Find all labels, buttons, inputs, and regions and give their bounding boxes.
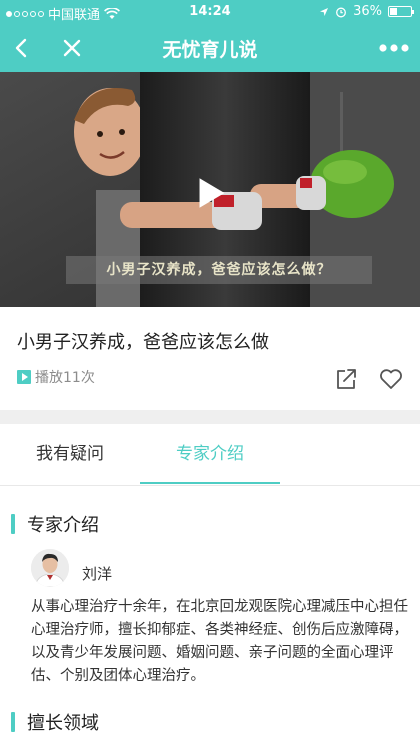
avatar	[31, 549, 69, 587]
tab-active-indicator	[140, 482, 280, 484]
chevron-left-icon[interactable]	[8, 34, 36, 62]
video-caption: 小男子汉养成，爸爸应该怎么做？	[66, 256, 372, 284]
expert-name: 刘洋	[82, 565, 113, 583]
play-count-icon	[17, 370, 31, 384]
more-dots-icon[interactable]	[378, 38, 410, 58]
section-accent-bar	[11, 712, 15, 732]
tab-expert-intro[interactable]: 专家介绍	[140, 424, 280, 486]
section-divider	[0, 410, 420, 424]
tab-questions[interactable]: 我有疑问	[0, 424, 140, 486]
nav-bar: 无忧育儿说	[0, 24, 420, 72]
header: 中国联通 14:24 36% 无忧育儿说	[0, 0, 420, 72]
heart-icon[interactable]	[378, 366, 404, 392]
share-icon[interactable]	[334, 367, 358, 391]
video-title: 小男子汉养成，爸爸应该怎么做	[17, 332, 269, 353]
play-count: 播放11次	[17, 367, 95, 387]
close-icon[interactable]	[58, 34, 86, 62]
specialty-section-title: 擅长领域	[27, 713, 99, 734]
section-accent-bar	[11, 514, 15, 534]
tab-bar: 我有疑问 专家介绍	[0, 424, 420, 486]
play-count-label: 播放11次	[35, 370, 95, 386]
status-right: 36%	[319, 4, 414, 19]
battery-icon	[388, 6, 414, 17]
expert-section-title: 专家介绍	[27, 515, 99, 536]
video-player[interactable]: 小男子汉养成，爸爸应该怎么做？	[0, 72, 420, 307]
status-bar: 中国联通 14:24 36%	[0, 0, 420, 24]
battery-label: 36%	[353, 4, 382, 19]
alarm-icon	[336, 7, 347, 17]
expert-bio: 从事心理治疗十余年，在北京回龙观医院心理减压中心担任心理治疗师，擅长抑郁症、各类…	[31, 599, 408, 684]
location-icon	[320, 7, 329, 16]
play-icon[interactable]	[196, 176, 228, 210]
